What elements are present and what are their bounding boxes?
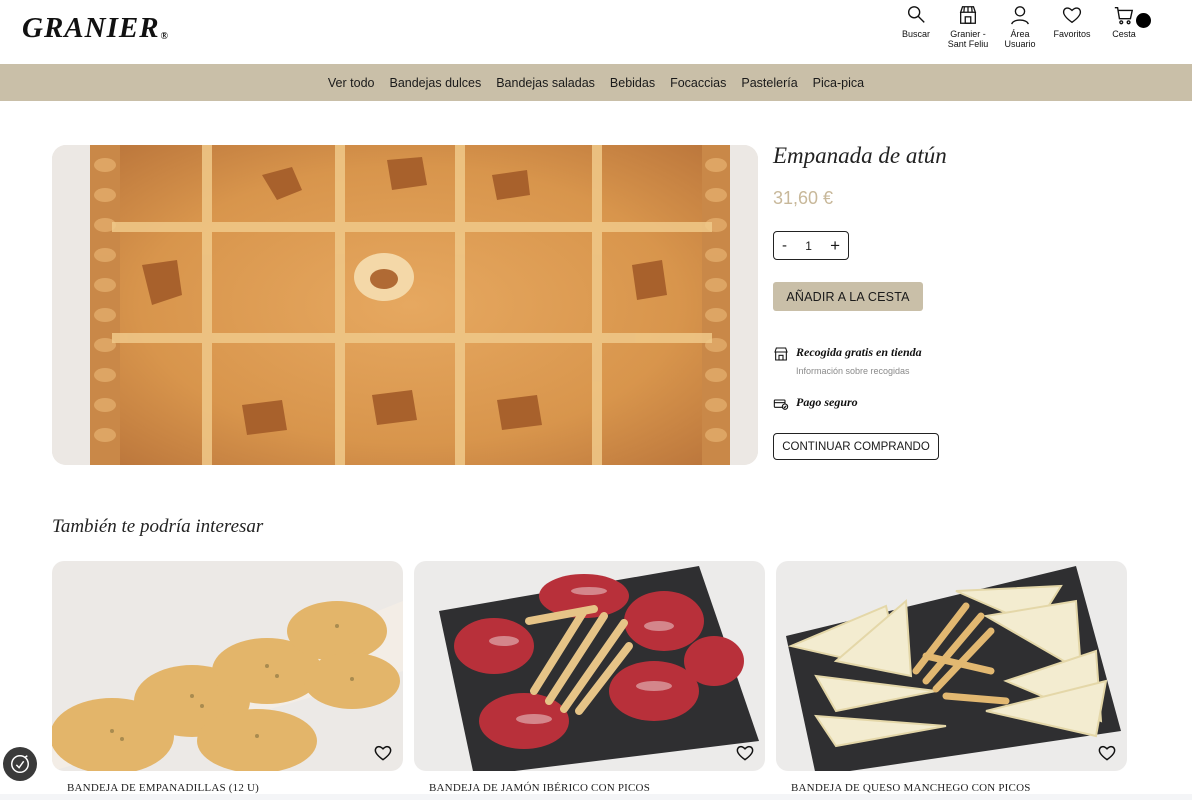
store-icon bbox=[774, 347, 788, 361]
continue-shopping-button[interactable]: CONTINUAR COMPRANDO bbox=[773, 433, 939, 460]
related-card-jamon[interactable] bbox=[414, 561, 765, 771]
related-name-2[interactable]: BANDEJA DE JAMÓN IBÉRICO CON PICOS bbox=[429, 782, 650, 794]
store-button[interactable]: Granier - Sant Feliu bbox=[942, 4, 994, 49]
header-icons: Buscar Granier - Sant Feliu Área Usuario… bbox=[890, 4, 1150, 49]
pickup-info-link[interactable]: Información sobre recogidas bbox=[796, 366, 922, 376]
payment-title: Pago seguro bbox=[796, 395, 858, 409]
payment-info: Pago seguro bbox=[773, 395, 858, 412]
cart-icon bbox=[1114, 6, 1134, 25]
related-name-3[interactable]: BANDEJA DE QUESO MANCHEGO CON PICOS bbox=[791, 782, 1031, 794]
qty-value[interactable]: 1 bbox=[805, 239, 812, 253]
related-card-empanadillas[interactable] bbox=[52, 561, 403, 771]
product-title: Empanada de atún bbox=[773, 143, 947, 168]
secure-payment-icon bbox=[773, 399, 789, 410]
qty-decrement-button[interactable]: - bbox=[782, 237, 787, 254]
store-icon bbox=[959, 6, 977, 24]
favorite-heart-icon[interactable] bbox=[735, 743, 755, 763]
nav-item-focaccias[interactable]: Focaccias bbox=[670, 76, 726, 90]
product-price: 31,60 € bbox=[773, 188, 834, 208]
nav-item-bebidas[interactable]: Bebidas bbox=[610, 76, 655, 90]
user-area-button[interactable]: Área Usuario bbox=[994, 4, 1046, 49]
search-icon bbox=[907, 6, 925, 23]
add-to-cart-button[interactable]: AÑADIR A LA CESTA bbox=[773, 282, 923, 311]
heart-icon bbox=[1062, 7, 1082, 24]
related-title: También te podría interesar bbox=[52, 516, 264, 537]
favorite-heart-icon[interactable] bbox=[373, 743, 393, 763]
related-name-1[interactable]: BANDEJA DE EMPANADILLAS (12 U) bbox=[67, 782, 259, 794]
accessibility-icon bbox=[11, 755, 29, 773]
quantity-stepper: - 1 + bbox=[773, 231, 849, 260]
page-bottom-bar bbox=[0, 794, 1192, 800]
accessibility-button[interactable] bbox=[3, 747, 37, 781]
user-icon bbox=[1011, 6, 1029, 25]
qty-increment-button[interactable]: + bbox=[830, 236, 840, 256]
product-image bbox=[52, 145, 758, 465]
favorite-heart-icon[interactable] bbox=[1097, 743, 1117, 763]
nav-item-bandejas-saladas[interactable]: Bandejas saladas bbox=[496, 76, 595, 90]
granier-logo[interactable]: GRANIER® bbox=[22, 12, 169, 45]
nav-item-bandejas-dulces[interactable]: Bandejas dulces bbox=[389, 76, 481, 90]
nav-item-ver-todo[interactable]: Ver todo bbox=[328, 76, 375, 90]
favorites-button[interactable]: Favoritos bbox=[1046, 4, 1098, 49]
pickup-title: Recogida gratis en tienda bbox=[796, 345, 922, 359]
related-card-queso[interactable] bbox=[776, 561, 1127, 771]
pickup-info: Recogida gratis en tienda Información so… bbox=[773, 345, 922, 376]
nav-item-pica-pica[interactable]: Pica-pica bbox=[813, 76, 864, 90]
cart-count-badge bbox=[1136, 13, 1151, 28]
nav-item-pasteleria[interactable]: Pastelería bbox=[741, 76, 797, 90]
category-nav: Ver todo Bandejas dulces Bandejas salada… bbox=[0, 64, 1192, 101]
search-button[interactable]: Buscar bbox=[890, 4, 942, 49]
